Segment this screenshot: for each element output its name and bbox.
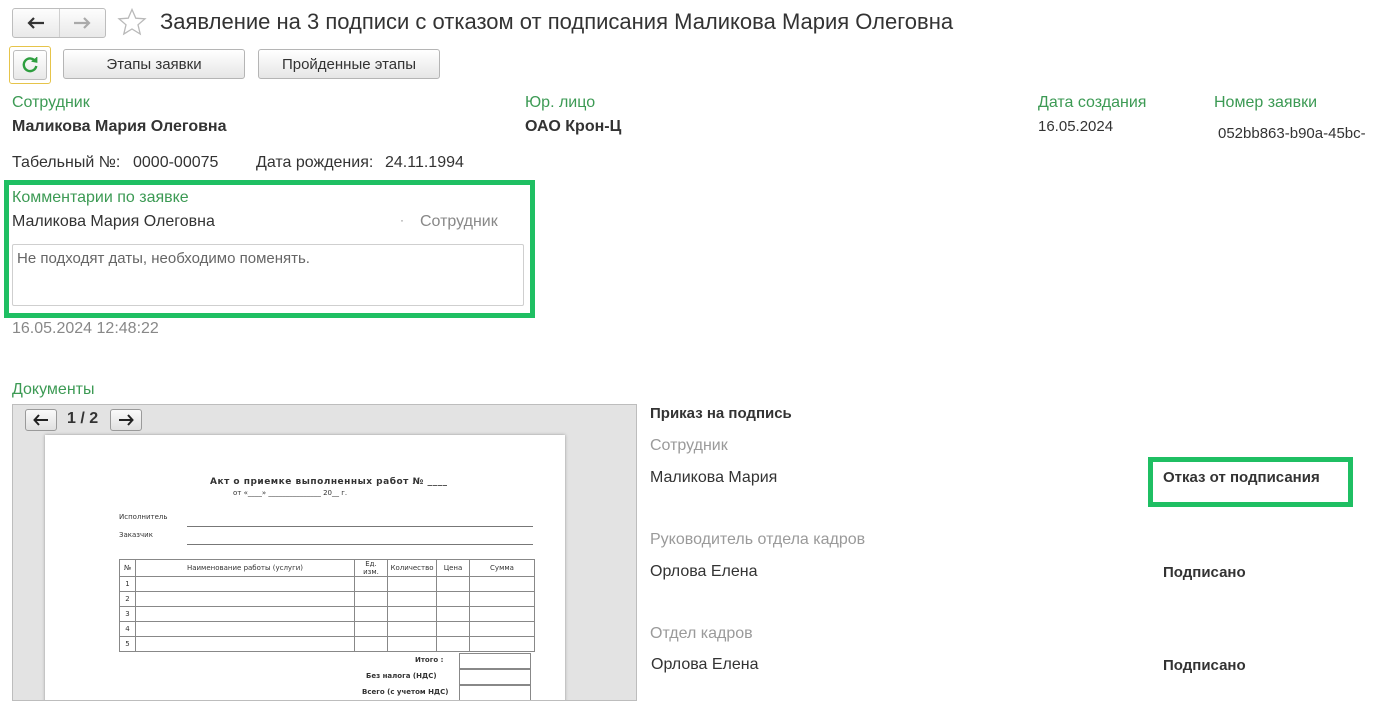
document-page: Акт о приемке выполненных работ № ____ о… xyxy=(45,435,565,700)
comment-author: Маликова Мария Олеговна xyxy=(12,213,215,230)
documents-label: Документы xyxy=(12,381,95,398)
doc-col-header: Сумма xyxy=(469,559,535,577)
row-number: 1 xyxy=(119,576,136,592)
row-number: 4 xyxy=(119,621,136,637)
table-row: 2 xyxy=(119,591,535,607)
arrow-right-icon xyxy=(74,17,91,29)
refresh-button[interactable] xyxy=(13,50,47,80)
employee-label: Сотрудник xyxy=(12,94,90,111)
passed-stages-button[interactable]: Пройденные этапы xyxy=(258,49,440,79)
birth-date-value: 24.11.1994 xyxy=(385,154,464,171)
comments-label: Комментарии по заявке xyxy=(12,189,189,206)
row-number: 2 xyxy=(119,591,136,607)
without-vat-label: Без налога (НДС) xyxy=(366,672,437,680)
page-title: Заявление на 3 подписи с отказом от подп… xyxy=(160,9,954,34)
total-with-vat-label: Всего (с учетом НДС) xyxy=(362,688,449,696)
table-row: 3 xyxy=(119,606,535,622)
signer-name: Орлова Елена xyxy=(650,563,758,580)
without-vat-cell xyxy=(459,669,531,685)
prev-page-button[interactable] xyxy=(25,409,57,431)
doc-col-header: Ед. изм. xyxy=(354,559,388,577)
created-date-value: 16.05.2024 xyxy=(1038,118,1114,135)
doc-col-header: Цена xyxy=(436,559,470,577)
forward-button[interactable] xyxy=(58,9,106,37)
request-number-label: Номер заявки xyxy=(1214,94,1318,111)
created-date-label: Дата создания xyxy=(1038,94,1147,111)
doc-table: № Наименование работы (услуги) Ед. изм. … xyxy=(119,559,535,652)
doc-col-header: Количество xyxy=(387,559,437,577)
signing-status: Подписано xyxy=(1163,657,1246,674)
comment-separator: · xyxy=(400,213,404,227)
tab-number-label: Табельный №: xyxy=(12,154,121,171)
table-row: 4 xyxy=(119,621,535,637)
arrow-left-icon xyxy=(27,17,44,29)
customer-label: Заказчик xyxy=(119,531,153,539)
row-number: 3 xyxy=(119,606,136,622)
refresh-button-focus xyxy=(9,46,51,84)
signer-name: Орлова Елена xyxy=(651,656,759,673)
doc-col-header: № xyxy=(119,559,136,577)
legal-entity-label: Юр. лицо xyxy=(525,94,596,111)
signer-name: Маликова Мария xyxy=(650,469,778,486)
executor-line xyxy=(187,526,533,527)
request-number-value: 052bb863-b90a-45bc- xyxy=(1218,125,1366,142)
total-with-vat-cell xyxy=(459,685,531,700)
tab-number-value: 0000-00075 xyxy=(133,154,219,171)
signer-role: Отдел кадров xyxy=(650,625,753,642)
page-indicator: 1 / 2 xyxy=(67,410,99,427)
doc-date: от «____» _______________ 20__ г. xyxy=(233,489,348,497)
signing-status: Отказ от подписания xyxy=(1163,469,1320,486)
table-row: 1 xyxy=(119,576,535,592)
document-viewer[interactable]: 1 / 2 Акт о приемке выполненных работ № … xyxy=(12,404,637,701)
doc-col-header: Наименование работы (услуги) xyxy=(135,559,355,577)
comment-text[interactable]: Не подходят даты, необходимо поменять. xyxy=(12,244,524,306)
executor-label: Исполнитель xyxy=(119,513,168,521)
total-label: Итого : xyxy=(415,656,444,664)
comment-role: Сотрудник xyxy=(420,213,498,230)
doc-title: Акт о приемке выполненных работ № ____ xyxy=(210,477,448,487)
doc-table-header: № Наименование работы (услуги) Ед. изм. … xyxy=(119,559,535,577)
arrow-right-icon xyxy=(119,414,134,426)
row-number: 5 xyxy=(119,636,136,652)
stages-button[interactable]: Этапы заявки xyxy=(63,49,245,79)
comment-timestamp: 16.05.2024 12:48:22 xyxy=(12,320,159,337)
employee-value: Маликова Мария Олеговна xyxy=(12,118,227,135)
customer-line xyxy=(187,544,533,545)
total-cell xyxy=(459,653,531,669)
favorite-star-icon[interactable] xyxy=(117,7,147,41)
birth-date-label: Дата рождения: xyxy=(256,154,374,171)
signing-heading: Приказ на подпись xyxy=(650,405,792,422)
legal-entity-value: ОАО Крон-Ц xyxy=(525,118,622,135)
signer-role: Руководитель отдела кадров xyxy=(650,531,866,548)
next-page-button[interactable] xyxy=(110,409,142,431)
signing-status: Подписано xyxy=(1163,564,1246,581)
signer-role: Сотрудник xyxy=(650,437,728,454)
table-row: 5 xyxy=(119,636,535,652)
arrow-left-icon xyxy=(33,414,48,426)
refresh-icon xyxy=(22,57,38,73)
back-button[interactable] xyxy=(13,9,59,37)
nav-button-group xyxy=(12,8,106,38)
